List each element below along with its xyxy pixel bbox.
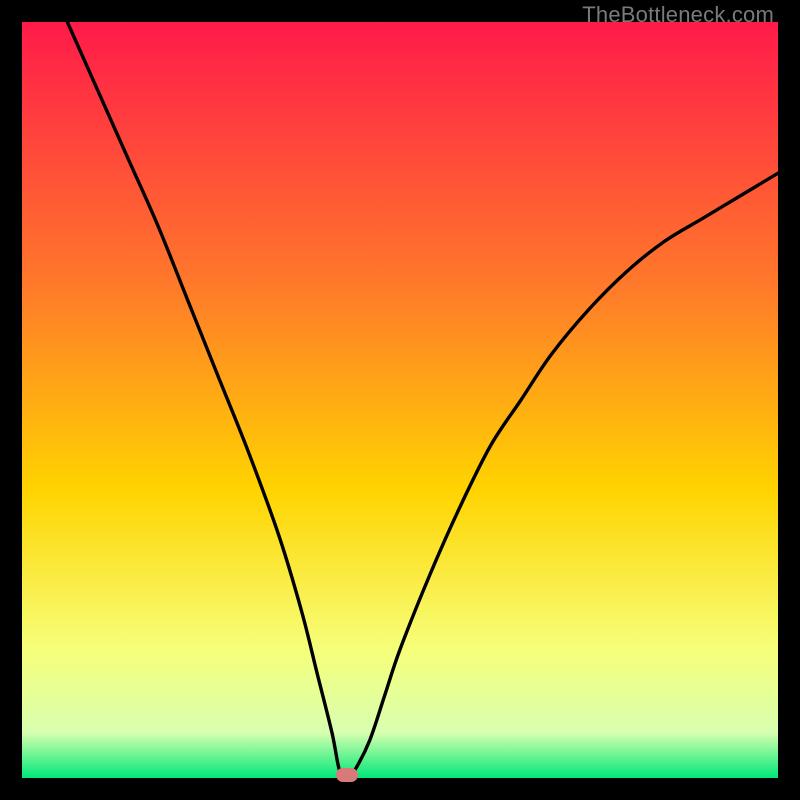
bottleneck-curve xyxy=(22,22,778,778)
optimal-point-marker xyxy=(336,768,358,782)
plot-area xyxy=(22,22,778,778)
chart-frame: TheBottleneck.com xyxy=(0,0,800,800)
